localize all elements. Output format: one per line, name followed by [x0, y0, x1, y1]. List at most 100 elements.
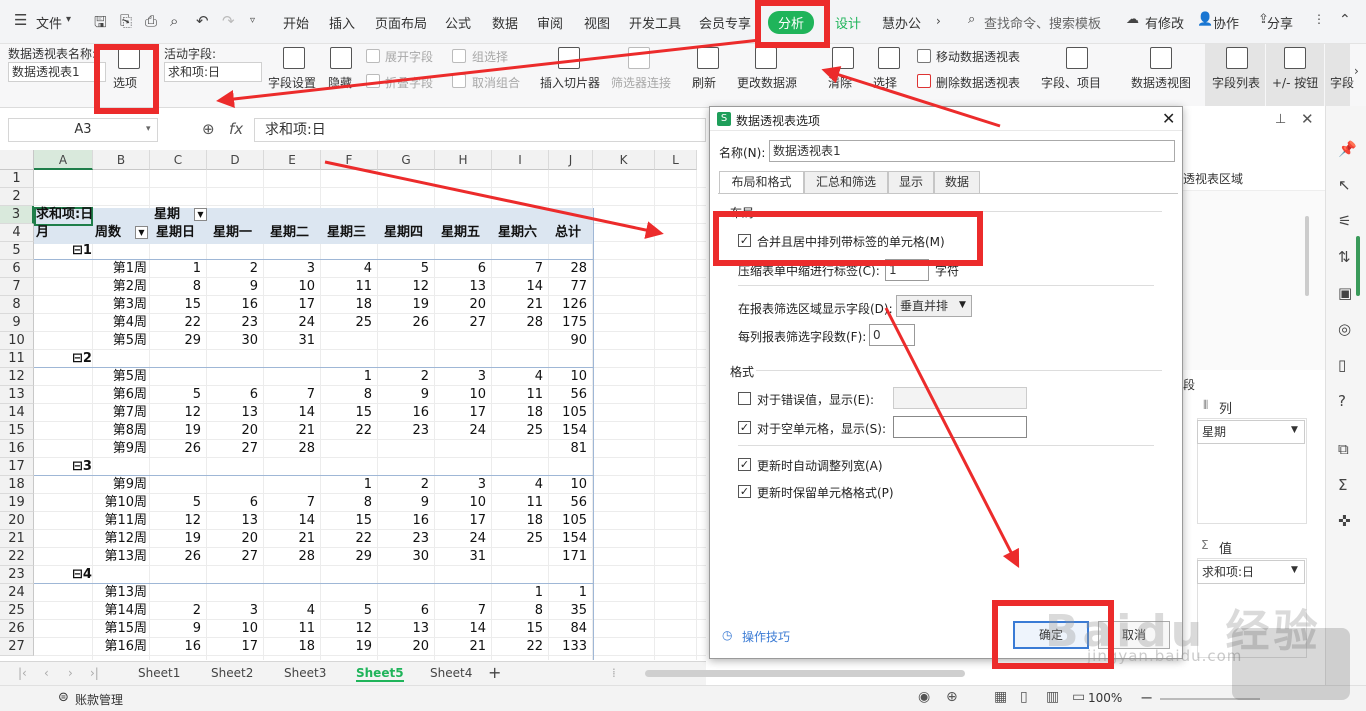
pivot-value-cell[interactable]: 154	[549, 530, 587, 548]
column-header-H[interactable]: H	[435, 150, 492, 170]
insert-slicer-button[interactable]: 插入切片器	[540, 74, 600, 91]
row-header-15[interactable]: 15	[0, 422, 34, 440]
pivot-value-cell[interactable]	[435, 332, 486, 350]
pivot-value-cell[interactable]: 10	[549, 476, 587, 494]
pivot-value-cell[interactable]: 20	[207, 530, 258, 548]
active-field-input[interactable]: 求和项:日	[164, 62, 262, 82]
pivot-value-cell[interactable]: 26	[378, 314, 429, 332]
pivot-value-cell[interactable]: 8	[321, 494, 372, 512]
pivot-value-cell[interactable]: 2	[378, 368, 429, 386]
hamburger-icon[interactable]: ☰	[14, 11, 27, 29]
pivot-value-cell[interactable]: 24	[264, 314, 315, 332]
menu-tab-9[interactable]: 会员专享	[699, 13, 751, 32]
page-view-icon[interactable]: ▯	[1020, 689, 1028, 705]
pivot-value-cell[interactable]: 15	[321, 404, 372, 422]
pivot-tool-icon[interactable]: ⇅	[1338, 248, 1351, 266]
pivot-value-cell[interactable]: 175	[549, 314, 587, 332]
pivot-value-cell[interactable]: 13	[207, 404, 258, 422]
pivot-row-field-week[interactable]: 周数	[95, 224, 135, 242]
pivot-value-cell[interactable]: 133	[549, 638, 587, 656]
autofit-checkbox[interactable]: ✓	[738, 458, 751, 471]
pivot-value-cell[interactable]: 16	[150, 638, 201, 656]
pivot-value-cell[interactable]: 6	[378, 602, 429, 620]
preview-icon[interactable]: ⌕	[170, 12, 178, 30]
pivot-value-cell[interactable]: 23	[207, 314, 258, 332]
pivot-value-cell[interactable]: 8	[492, 602, 543, 620]
pivot-value-cell[interactable]: 7	[492, 260, 543, 278]
row-header-26[interactable]: 26	[0, 620, 34, 638]
pivot-week-label[interactable]: 第4周	[73, 314, 147, 332]
field-list-button[interactable]: 字段列表	[1212, 74, 1260, 91]
select-button[interactable]: 选择	[873, 74, 897, 91]
fx-icon[interactable]: fx	[229, 120, 243, 138]
pivot-week-label[interactable]: 第9周	[73, 440, 147, 458]
pivot-week-label[interactable]: 第8周	[73, 422, 147, 440]
tab-splitter[interactable]: ⁞	[612, 666, 616, 680]
ungroup-button[interactable]: 取消组合	[472, 74, 520, 91]
pivot-value-cell[interactable]: 3	[435, 476, 486, 494]
row-header-10[interactable]: 10	[0, 332, 34, 350]
pivot-value-cell[interactable]: 28	[264, 440, 315, 458]
pivot-value-cell[interactable]: 90	[549, 332, 587, 350]
pivot-value-cell[interactable]	[150, 584, 201, 602]
close-pane-icon[interactable]: ✕	[1301, 110, 1314, 128]
pivot-value-cell[interactable]: 22	[492, 638, 543, 656]
pivot-value-cell[interactable]: 77	[549, 278, 587, 296]
pivot-value-cell[interactable]: 16	[378, 404, 429, 422]
sheet-tab-sheet4[interactable]: Sheet4	[430, 666, 472, 680]
value-field-dropdown-icon[interactable]: ▼	[1291, 565, 1298, 575]
account-management-button[interactable]: 账款管理	[75, 691, 123, 708]
pivot-value-cell[interactable]: 28	[264, 548, 315, 566]
collab-button[interactable]: 协作	[1213, 13, 1239, 32]
pivot-value-cell[interactable]: 9	[207, 278, 258, 296]
pivot-value-cell[interactable]: 5	[150, 494, 201, 512]
pivot-value-cell[interactable]	[435, 584, 486, 602]
ribbon-scroll-right-icon[interactable]: ›	[1354, 64, 1359, 78]
filter-display-dropdown-icon[interactable]: ▼	[959, 300, 966, 310]
pivot-value-cell[interactable]: 16	[207, 296, 258, 314]
pivot-value-cell[interactable]: 24	[435, 422, 486, 440]
page-break-view-icon[interactable]: ▥	[1046, 689, 1059, 705]
dialog-close-icon[interactable]: ✕	[1162, 109, 1175, 128]
pivot-week-label[interactable]: 第5周	[73, 332, 147, 350]
collapse-ribbon-icon[interactable]: ⌃	[1339, 12, 1351, 28]
pivot-week-label[interactable]: 第2周	[73, 278, 147, 296]
pivot-value-cell[interactable]: 17	[435, 512, 486, 530]
first-sheet-icon[interactable]: |‹	[18, 666, 27, 680]
pivot-group-label[interactable]: ⊟4	[72, 566, 112, 584]
field-list-scrollbar[interactable]	[1305, 216, 1309, 296]
sheet-tab-sheet5[interactable]: Sheet5	[356, 666, 404, 682]
pivot-value-cell[interactable]: 27	[207, 548, 258, 566]
pivot-column-header[interactable]: 总计	[545, 224, 591, 242]
row-header-2[interactable]: 2	[0, 188, 34, 206]
pivot-value-cell[interactable]	[150, 368, 201, 386]
pivot-week-label[interactable]: 第13周	[73, 584, 147, 602]
change-source-button[interactable]: 更改数据源	[737, 74, 797, 91]
pivot-value-cell[interactable]: 5	[378, 260, 429, 278]
pivot-value-cell[interactable]: 7	[264, 386, 315, 404]
column-header-D[interactable]: D	[207, 150, 264, 170]
pivot-week-label[interactable]: 第12周	[73, 530, 147, 548]
formula-tool-icon[interactable]: Σ	[1338, 476, 1347, 494]
column-header-L[interactable]: L	[655, 150, 697, 170]
column-header-I[interactable]: I	[492, 150, 549, 170]
pivot-value-cell[interactable]: 8	[321, 386, 372, 404]
pivot-value-cell[interactable]: 84	[549, 620, 587, 638]
puzzle-icon[interactable]: ✜	[1338, 512, 1351, 530]
pivot-value-cell[interactable]: 7	[264, 494, 315, 512]
pivot-group-label[interactable]: ⊟3	[72, 458, 112, 476]
cursor-icon[interactable]: ↖	[1338, 176, 1351, 194]
pivot-value-cell[interactable]: 23	[378, 422, 429, 440]
row-header-24[interactable]: 24	[0, 584, 34, 602]
add-sheet-icon[interactable]: +	[488, 663, 501, 682]
pivot-value-cell[interactable]: 2	[150, 602, 201, 620]
filter-connection-button[interactable]: 筛选器连接	[611, 74, 671, 91]
pivot-value-cell[interactable]: 4	[264, 602, 315, 620]
pivot-value-cell[interactable]	[492, 440, 543, 458]
pivot-chart-button[interactable]: 数据透视图	[1131, 74, 1191, 91]
pivot-value-cell[interactable]	[321, 584, 372, 602]
pivot-value-cell[interactable]: 56	[549, 386, 587, 404]
row-header-16[interactable]: 16	[0, 440, 34, 458]
column-header-F[interactable]: F	[321, 150, 378, 170]
pivot-value-cell[interactable]: 13	[435, 278, 486, 296]
